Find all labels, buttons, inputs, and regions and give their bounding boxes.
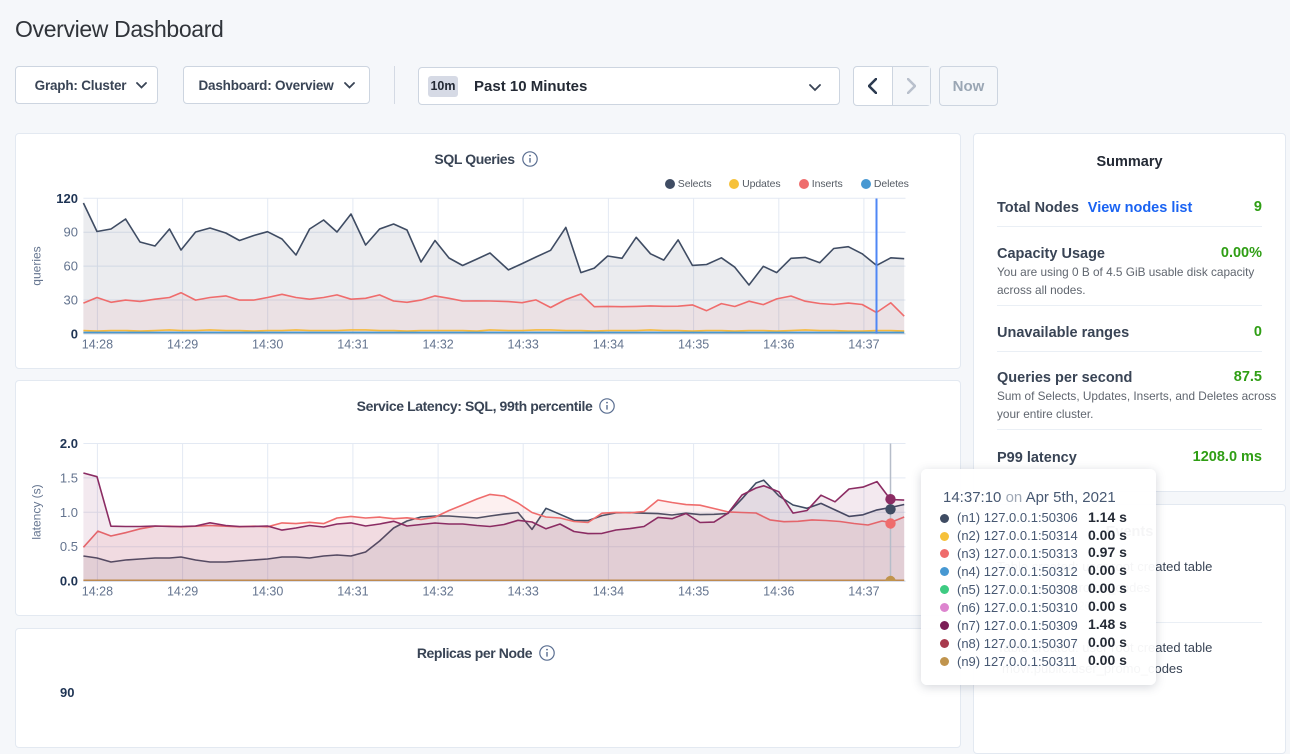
svg-text:14:36: 14:36: [763, 585, 794, 599]
svg-text:14:34: 14:34: [593, 585, 624, 599]
svg-text:0: 0: [71, 326, 78, 341]
svg-text:1.0: 1.0: [60, 505, 78, 520]
svg-text:14:37: 14:37: [848, 338, 879, 352]
svg-text:14:33: 14:33: [508, 338, 539, 352]
svg-text:30: 30: [64, 293, 78, 308]
svg-text:14:31: 14:31: [337, 338, 368, 352]
svg-text:14:35: 14:35: [678, 338, 709, 352]
svg-text:14:32: 14:32: [422, 585, 453, 599]
svg-text:14:35: 14:35: [678, 585, 709, 599]
svg-text:14:29: 14:29: [167, 585, 198, 599]
svg-text:14:33: 14:33: [508, 585, 539, 599]
svg-text:2.0: 2.0: [60, 436, 78, 451]
svg-text:latency (s): latency (s): [30, 484, 44, 539]
svg-text:queries: queries: [30, 246, 44, 285]
svg-text:14:29: 14:29: [167, 338, 198, 352]
svg-text:60: 60: [64, 259, 78, 274]
svg-text:0.0: 0.0: [60, 574, 78, 589]
svg-text:90: 90: [64, 225, 78, 240]
svg-text:14:28: 14:28: [82, 338, 113, 352]
svg-text:14:30: 14:30: [252, 585, 283, 599]
svg-text:14:28: 14:28: [82, 585, 113, 599]
svg-text:14:37: 14:37: [848, 585, 879, 599]
svg-text:14:32: 14:32: [422, 338, 453, 352]
svg-text:14:31: 14:31: [337, 585, 368, 599]
svg-text:0.5: 0.5: [60, 539, 78, 554]
svg-text:14:30: 14:30: [252, 338, 283, 352]
svg-text:14:34: 14:34: [593, 338, 624, 352]
svg-text:1.5: 1.5: [60, 470, 78, 485]
svg-text:14:36: 14:36: [763, 338, 794, 352]
svg-text:120: 120: [56, 191, 78, 206]
